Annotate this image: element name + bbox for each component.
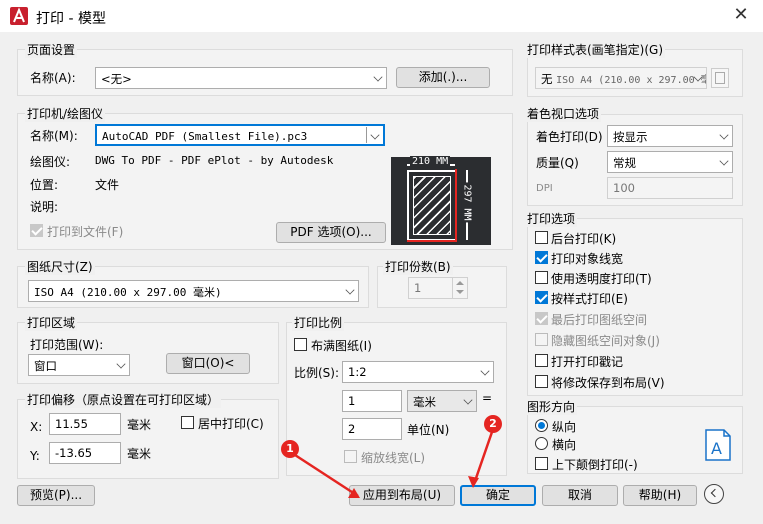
plot-transparency-checkbox[interactable]	[535, 271, 548, 284]
cancel-button[interactable]: 取消	[542, 485, 618, 506]
svg-text:A: A	[711, 439, 722, 458]
location-label: 位置:	[30, 178, 59, 192]
background-plot-label: 后台打印(K)	[551, 232, 617, 246]
add-page-setup-button[interactable]: 添加(.)...	[396, 67, 490, 88]
scale-value1-input[interactable]: 1	[342, 390, 402, 412]
window-pick-button[interactable]: 窗口(O)<	[166, 353, 250, 374]
shade-plot-label: 着色打印(D)	[536, 130, 603, 144]
save-changes-to-layout-checkbox[interactable]	[535, 375, 548, 388]
plot-scale-title: 打印比例	[292, 314, 345, 331]
plot-transparency-label: 使用透明度打印(T)	[551, 272, 652, 286]
plot-lineweights-checkbox[interactable]	[535, 251, 548, 264]
plot-with-styles-label: 按样式打印(E)	[551, 292, 628, 306]
plot-style-title: 打印样式表(画笔指定)(G)	[525, 41, 666, 58]
paper-size-select[interactable]: ISO A4 (210.00 x 297.00 毫米)	[28, 280, 359, 302]
plot-stamp-label: 打开打印戳记	[551, 355, 624, 369]
offset-y-input[interactable]: -13.65	[49, 442, 121, 464]
plot-lineweights-label: 打印对象线宽	[551, 252, 624, 266]
page-setup-name-label: 名称(A):	[30, 71, 76, 85]
preview-printable-area	[413, 176, 451, 235]
offset-x-unit: 毫米	[127, 418, 152, 432]
offset-y-unit: 毫米	[127, 447, 152, 461]
plot-area-title: 打印区域	[25, 314, 78, 331]
units-label: 单位(N)	[407, 423, 450, 437]
plot-stamp-checkbox[interactable]	[535, 354, 548, 367]
close-icon[interactable]: ✕	[728, 2, 754, 28]
preview-button[interactable]: 预览(P)...	[17, 485, 95, 506]
page-setup-name-select[interactable]: <无>	[95, 67, 387, 89]
offset-x-input[interactable]: 11.55	[49, 413, 121, 435]
scale-label: 比例(S):	[294, 366, 340, 380]
collapse-options-icon[interactable]	[704, 484, 724, 504]
orientation-title: 图形方向	[525, 398, 578, 415]
offset-x-label: X:	[30, 420, 43, 434]
upside-down-label: 上下颠倒打印(-)	[552, 458, 638, 472]
scale-lineweights-label: 缩放线宽(L)	[361, 451, 426, 465]
page-setup-title: 页面设置	[25, 41, 78, 58]
save-changes-to-layout-label: 将修改保存到布局(V)	[551, 376, 665, 390]
callout-1: 1	[281, 440, 299, 458]
background-plot-checkbox[interactable]	[535, 231, 548, 244]
plot-offset-group	[17, 399, 279, 479]
print-to-file-checkbox[interactable]	[30, 224, 43, 237]
autocad-logo-icon	[10, 7, 28, 25]
quality-label: 质量(Q)	[536, 156, 579, 170]
hide-paperspace-objects-label: 隐藏图纸空间对象(J)	[551, 334, 660, 348]
apply-to-layout-button[interactable]: 应用到布局(U)	[349, 485, 455, 506]
callout-2: 2	[484, 415, 502, 433]
quality-select[interactable]: 常规	[607, 151, 733, 173]
plot-with-styles-checkbox[interactable]	[535, 291, 548, 304]
scale-select[interactable]: 1:2	[342, 361, 494, 383]
orientation-page-icon: A	[705, 429, 731, 461]
equals-sign: =	[482, 391, 493, 405]
scale-unit-select[interactable]: 毫米	[407, 390, 477, 412]
scale-lineweights-checkbox[interactable]	[344, 450, 357, 463]
preview-red-bottom	[407, 240, 457, 242]
printer-name-label: 名称(M):	[30, 129, 78, 143]
plot-offset-title: 打印偏移（原点设置在可打印区域）	[25, 391, 222, 408]
fit-to-paper-label: 布满图纸(I)	[311, 339, 372, 353]
ok-button[interactable]: 确定	[460, 485, 536, 506]
hide-paperspace-objects-checkbox[interactable]	[535, 333, 548, 346]
plotter-value: DWG To PDF - PDF ePlot - by Autodesk	[95, 154, 334, 167]
copies-title: 打印份数(B)	[383, 258, 453, 275]
portrait-radio[interactable]	[535, 419, 548, 432]
landscape-label: 横向	[552, 438, 577, 452]
scale-value2-input[interactable]: 2	[342, 418, 402, 440]
plot-paperspace-last-checkbox[interactable]	[535, 312, 548, 325]
print-to-file-label: 打印到文件(F)	[47, 225, 124, 239]
portrait-label: 纵向	[552, 420, 577, 434]
center-plot-label: 居中打印(C)	[198, 417, 264, 431]
printer-title: 打印机/绘图仪	[25, 105, 106, 122]
plot-range-label: 打印范围(W):	[30, 338, 104, 352]
window-title: 打印 - 模型	[36, 11, 106, 27]
preview-width-label: 210 MM	[410, 156, 451, 167]
help-button[interactable]: 帮助(H)	[623, 485, 697, 506]
plot-range-select[interactable]: 窗口	[28, 354, 130, 376]
upside-down-checkbox[interactable]	[535, 457, 548, 470]
dpi-input[interactable]: 100	[607, 177, 733, 199]
preview-red-right	[455, 169, 457, 242]
fit-to-paper-checkbox[interactable]	[294, 338, 307, 351]
plot-style-select[interactable]: 无 ISO A4 (210.00 x 297.00 毫米)	[535, 67, 707, 89]
shaded-viewport-title: 着色视口选项	[525, 105, 602, 122]
title-bar	[0, 0, 763, 32]
plotter-label: 绘图仪:	[30, 155, 71, 169]
plot-options-title: 打印选项	[525, 210, 578, 227]
pdf-options-button[interactable]: PDF 选项(O)...	[276, 222, 386, 243]
printer-name-select[interactable]: AutoCAD PDF (Smallest File).pc3	[95, 124, 385, 146]
paper-size-title: 图纸尺寸(Z)	[25, 258, 95, 275]
center-plot-checkbox[interactable]	[181, 416, 194, 429]
landscape-radio[interactable]	[535, 437, 548, 450]
edit-plot-style-icon[interactable]	[711, 68, 729, 88]
select-divider	[366, 127, 367, 143]
plot-paperspace-last-label: 最后打印图纸空间	[551, 313, 648, 327]
offset-y-label: Y:	[30, 449, 40, 463]
copies-spinner[interactable]	[452, 278, 467, 298]
description-label: 说明:	[30, 200, 59, 214]
preview-height-label: 297 MM	[461, 182, 473, 223]
shade-plot-select[interactable]: 按显示	[607, 125, 733, 147]
dpi-label: DPI	[536, 183, 553, 194]
location-value: 文件	[95, 178, 120, 192]
